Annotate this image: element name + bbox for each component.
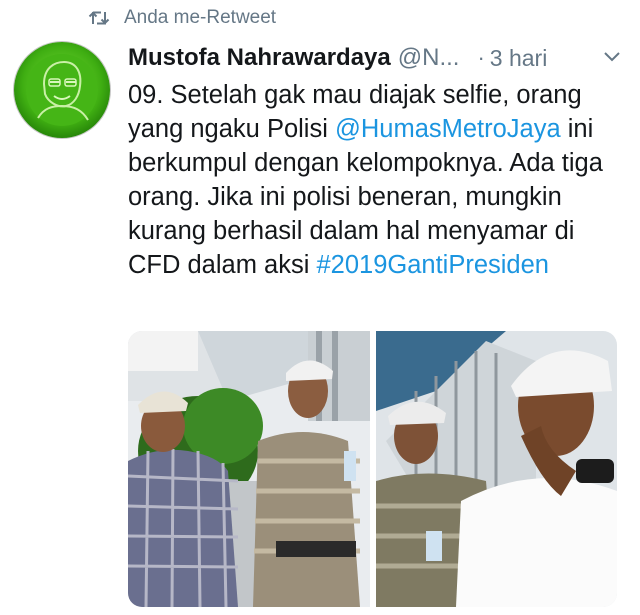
avatar-portrait-icon [26,54,98,126]
tweet-header: Mustofa Nahrawardaya @N... · 3 hari [128,40,628,76]
tweet-media [128,331,617,607]
retweet-context: Anda me-Retweet [88,4,276,32]
photo-image [128,331,370,607]
user-handle[interactable]: @N... [398,44,460,72]
display-name[interactable]: Mustofa Nahrawardaya [128,44,391,72]
photo-image [376,331,617,607]
mention-link[interactable]: @HumasMetroJaya [335,115,561,143]
media-photo-2[interactable] [376,331,617,607]
tweet-text: 09. Setelah gak mau diajak selfie, orang… [128,78,628,282]
hashtag-link[interactable]: #2019GantiPresiden [316,251,549,279]
chevron-down-icon[interactable] [602,50,622,69]
retweet-label: Anda me-Retweet [124,7,277,28]
separator-dot: · [477,45,485,70]
tweet-timestamp[interactable]: 3 hari [490,45,548,72]
profile-avatar[interactable] [14,42,110,138]
retweet-icon [88,9,110,27]
media-photo-1[interactable] [128,331,370,607]
